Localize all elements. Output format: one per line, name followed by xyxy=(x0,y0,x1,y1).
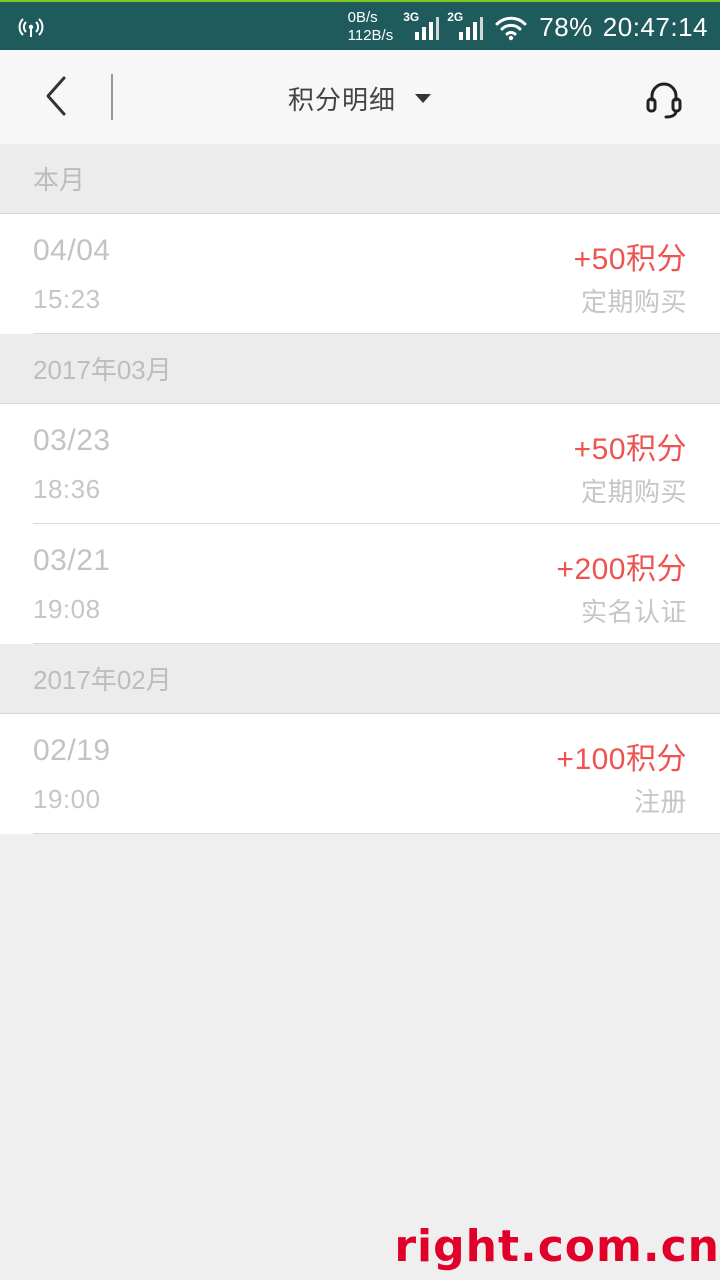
hotspot-icon xyxy=(16,12,46,42)
customer-service-headset-icon xyxy=(642,76,686,125)
customer-service-button[interactable] xyxy=(642,78,686,122)
list-item[interactable]: 03/21 19:08 +200积分 实名认证 xyxy=(0,524,720,644)
item-description: 定期购买 xyxy=(580,477,687,507)
item-description: 注册 xyxy=(633,787,687,817)
watermark: right.com.cn xyxy=(394,1221,720,1272)
points-detail-list: 本月 04/04 15:23 +50积分 定期购买 2017年03月 03/23… xyxy=(0,144,720,834)
top-toolbar: 积分明细 xyxy=(0,50,720,144)
list-item[interactable]: 02/19 19:00 +100积分 注册 xyxy=(0,714,720,834)
title-dropdown[interactable]: 积分明细 xyxy=(0,72,720,124)
signal-icon: 3G xyxy=(403,10,440,42)
item-points: +200积分 xyxy=(556,553,687,586)
status-indicators: 0B/s 112B/s 3G 2G 78% 20:47:14 xyxy=(348,2,708,52)
wifi-icon xyxy=(493,12,529,42)
item-time: 18:36 xyxy=(33,474,101,504)
item-points: +50积分 xyxy=(573,433,687,466)
section-header: 2017年02月 xyxy=(0,644,720,714)
network-speed: 0B/s 112B/s xyxy=(348,9,394,45)
net-down: 0B/s xyxy=(347,9,378,26)
item-description: 实名认证 xyxy=(580,597,687,627)
item-date: 03/23 xyxy=(33,424,111,457)
battery-percentage: 78% xyxy=(539,11,593,42)
item-points: +100积分 xyxy=(556,743,687,776)
item-date: 04/04 xyxy=(33,234,111,267)
item-date: 03/21 xyxy=(33,544,111,577)
status-bar: 0B/s 112B/s 3G 2G 78% 20:47:14 xyxy=(0,0,720,50)
list-item[interactable]: 04/04 15:23 +50积分 定期购买 xyxy=(0,214,720,334)
item-time: 15:23 xyxy=(33,284,101,314)
clock: 20:47:14 xyxy=(602,11,708,42)
item-points: +50积分 xyxy=(573,243,687,276)
item-description: 定期购买 xyxy=(580,287,687,317)
net-up: 112B/s xyxy=(347,27,394,44)
signal-icon: 2G xyxy=(447,10,484,42)
item-time: 19:08 xyxy=(33,594,101,624)
item-time: 19:00 xyxy=(33,784,101,814)
page-title: 积分明细 xyxy=(287,84,396,115)
section-header: 本月 xyxy=(0,144,720,214)
section-header: 2017年03月 xyxy=(0,334,720,404)
item-date: 02/19 xyxy=(33,734,111,767)
list-item[interactable]: 03/23 18:36 +50积分 定期购买 xyxy=(0,404,720,524)
dropdown-caret-icon[interactable] xyxy=(414,91,432,105)
